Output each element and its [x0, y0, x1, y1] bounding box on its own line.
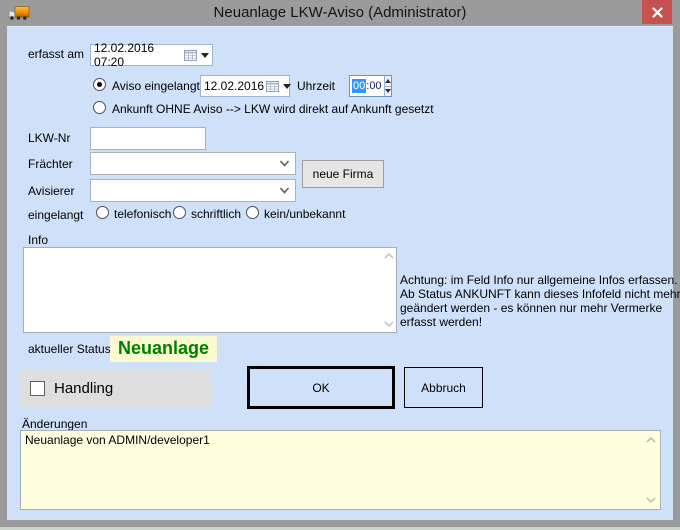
calendar-icon — [184, 50, 197, 61]
info-label: Info — [28, 233, 48, 247]
dropdown-arrow-icon[interactable] — [283, 84, 291, 89]
ok-label: OK — [312, 381, 329, 395]
scroll-up-icon[interactable] — [383, 252, 395, 260]
radio-kein-unbekannt[interactable] — [246, 206, 259, 219]
radio-aviso-eingelangt[interactable] — [93, 78, 106, 91]
aviso-eingelangt-label: Aviso eingelangt — [112, 79, 200, 93]
handling-checkbox[interactable] — [30, 381, 45, 396]
chevron-down-icon — [279, 160, 290, 167]
uhrzeit-hours[interactable]: 00 — [352, 79, 366, 93]
erfasst-am-label: erfasst am — [28, 47, 84, 61]
close-icon — [652, 7, 663, 18]
dropdown-arrow-icon[interactable] — [201, 53, 209, 58]
spinner-up-button[interactable] — [385, 76, 391, 86]
radio-telefonisch[interactable] — [96, 206, 109, 219]
window-title: Neuanlage LKW-Aviso (Administrator) — [0, 4, 680, 21]
aviso-date-value: 12.02.2016 — [204, 79, 264, 93]
fraechter-combobox[interactable] — [90, 152, 296, 175]
status-badge: Neuanlage — [110, 336, 217, 362]
ankunft-ohne-aviso-label: Ankunft OHNE Aviso --> LKW wird direkt a… — [112, 102, 434, 116]
handling-label: Handling — [54, 380, 113, 397]
eingelangt-label: eingelangt — [28, 208, 83, 222]
calendar-icon — [266, 81, 279, 92]
uhrzeit-timepicker[interactable]: 00:00 — [349, 75, 392, 97]
uhrzeit-label: Uhrzeit — [297, 79, 335, 93]
lkw-nr-input[interactable] — [90, 127, 206, 150]
time-spinner — [384, 76, 391, 96]
telefonisch-label: telefonisch — [114, 207, 171, 221]
scroll-down-icon[interactable] — [383, 320, 395, 328]
aktueller-status-label: aktueller Status — [28, 342, 111, 356]
spinner-down-button[interactable] — [385, 86, 391, 97]
radio-ankunft-ohne-aviso[interactable] — [93, 101, 106, 114]
scroll-up-icon[interactable] — [645, 436, 657, 444]
uhrzeit-minutes[interactable]: 00 — [369, 80, 381, 92]
avisierer-label: Avisierer — [28, 184, 74, 198]
erfasst-am-value: 12.02.2016 07:20 — [94, 41, 182, 69]
abbruch-button[interactable]: Abbruch — [404, 367, 483, 408]
neue-firma-button[interactable]: neue Firma — [302, 160, 384, 188]
erfasst-am-datepicker[interactable]: 12.02.2016 07:20 — [90, 44, 213, 66]
aenderungen-label: Änderungen — [22, 417, 87, 431]
chevron-down-icon — [279, 187, 290, 194]
schriftlich-label: schriftlich — [191, 207, 241, 221]
info-textarea[interactable] — [23, 247, 397, 333]
handling-panel — [20, 369, 212, 408]
dialog-window: Neuanlage LKW-Aviso (Administrator) erfa… — [0, 0, 680, 530]
ok-button[interactable]: OK — [247, 366, 395, 409]
info-warning-text: Achtung: im Feld Info nur allgemeine Inf… — [400, 273, 680, 329]
arrow-down-icon — [385, 89, 391, 93]
arrow-up-icon — [385, 79, 391, 83]
aviso-datepicker[interactable]: 12.02.2016 — [200, 75, 290, 97]
avisierer-combobox[interactable] — [90, 179, 296, 202]
kein-unbekannt-label: kein/unbekannt — [264, 207, 345, 221]
lkw-nr-label: LKW-Nr — [28, 131, 70, 145]
scroll-down-icon[interactable] — [645, 496, 657, 504]
close-button[interactable] — [642, 0, 672, 24]
aenderungen-textarea[interactable]: Neuanlage von ADMIN/developer1 — [20, 430, 661, 510]
radio-schriftlich[interactable] — [173, 206, 186, 219]
abbruch-label: Abbruch — [421, 381, 466, 395]
titlebar: Neuanlage LKW-Aviso (Administrator) — [0, 0, 680, 26]
neue-firma-label: neue Firma — [313, 167, 374, 181]
fraechter-label: Frächter — [28, 157, 73, 171]
